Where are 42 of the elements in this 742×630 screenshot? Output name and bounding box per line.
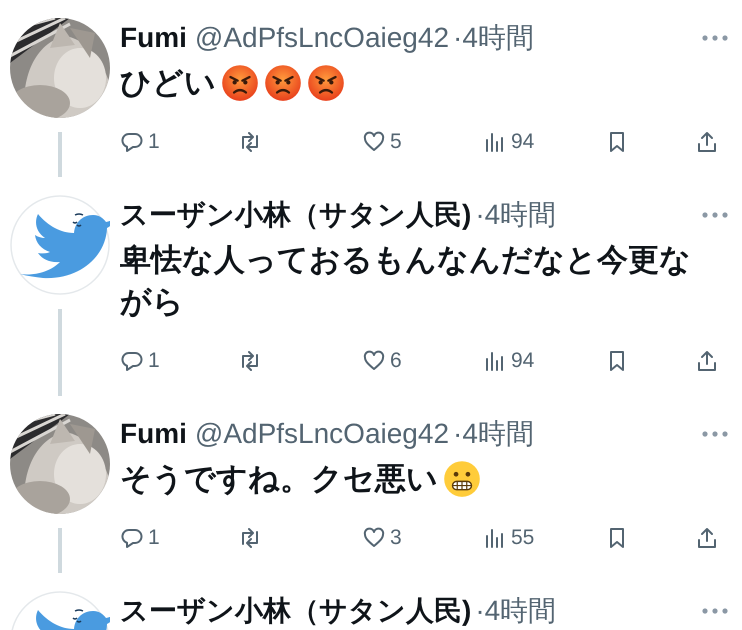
share-icon — [695, 349, 719, 373]
more-icon[interactable] — [702, 608, 728, 614]
reply-button[interactable]: 1 — [120, 526, 160, 550]
user-name[interactable]: スーザン小林（サタン人民) — [120, 196, 472, 234]
more-icon[interactable] — [702, 431, 728, 437]
share-button[interactable] — [695, 526, 719, 550]
user-name[interactable]: スーザン小林（サタン人民) — [120, 592, 472, 630]
like-icon — [362, 349, 386, 373]
like-button[interactable]: 6 — [362, 349, 402, 373]
angry-face-icon — [307, 64, 345, 102]
user-handle: @AdPfsLncOaieg42 — [194, 418, 450, 450]
more-icon[interactable] — [702, 212, 728, 218]
tweet-text: 卑怯な人っておるもんなんだなと今更ながら — [120, 241, 692, 321]
share-button[interactable] — [695, 349, 719, 373]
user-name[interactable]: Fumi — [120, 22, 187, 54]
post-time: ·4時間 — [475, 594, 556, 628]
like-button[interactable]: 5 — [362, 130, 402, 154]
user-name[interactable]: Fumi — [120, 418, 187, 450]
reply-button[interactable]: 1 — [120, 349, 160, 373]
views-button[interactable]: 94 — [483, 349, 534, 373]
angry-face-icon — [264, 64, 302, 102]
share-icon — [695, 526, 719, 550]
share-button[interactable] — [695, 130, 719, 154]
views-button[interactable]: 94 — [483, 130, 534, 154]
tweet-text: ひどい — [120, 64, 216, 102]
reply-icon — [120, 526, 144, 550]
post-time: ·4時間 — [453, 21, 534, 55]
like-button[interactable]: 3 — [362, 526, 402, 550]
grinning-face-icon — [443, 460, 481, 498]
user-handle: @AdPfsLncOaieg42 — [194, 22, 450, 54]
like-icon — [362, 130, 386, 154]
post-time: ·4時間 — [475, 198, 556, 232]
share-icon — [695, 130, 719, 154]
reply-button[interactable]: 1 — [120, 130, 160, 154]
angry-face-icon — [221, 64, 259, 102]
like-icon — [362, 526, 386, 550]
reply-icon — [120, 130, 144, 154]
views-button[interactable]: 55 — [483, 526, 534, 550]
more-icon[interactable] — [702, 35, 728, 41]
post-time: ·4時間 — [453, 417, 534, 451]
tweet-text: そうですね。クセ悪い — [120, 460, 438, 498]
reply-icon — [120, 349, 144, 373]
